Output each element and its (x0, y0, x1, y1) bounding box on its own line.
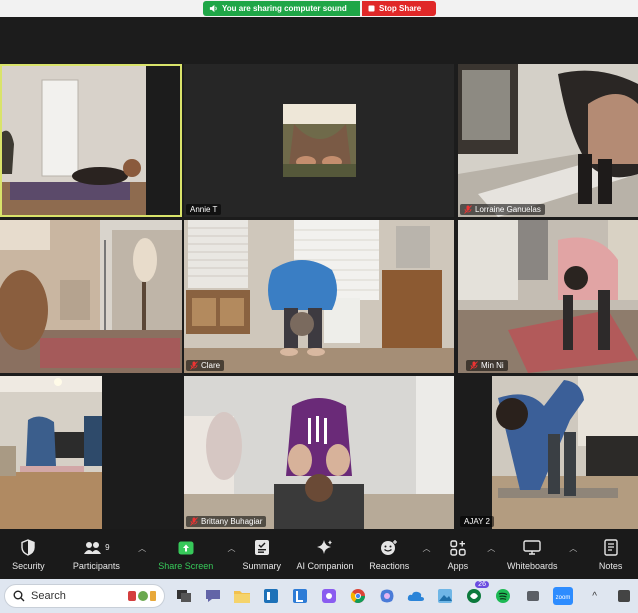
meeting-controls-toolbar: Security 9 Participants ︿ Share Screen ︿… (0, 529, 638, 579)
video-tile-1[interactable] (0, 64, 182, 217)
video-tile-lorraine-ganuelas[interactable]: Lorraine Ganuelas (458, 64, 638, 217)
chevron-up-icon[interactable]: ︿ (138, 543, 146, 554)
security-label: Security (12, 560, 45, 571)
sharing-status-pill[interactable]: You are sharing computer sound (203, 1, 360, 16)
shield-icon (21, 539, 36, 556)
participant-video (0, 64, 182, 217)
participant-name: AJAY 2 (464, 517, 490, 526)
summary-label: Summary (242, 560, 281, 571)
participants-label: Participants (72, 560, 120, 571)
participant-video (458, 376, 638, 529)
emoji-add-icon (381, 540, 398, 555)
participant-avatar-image (184, 64, 454, 217)
whiteboard-icon (523, 540, 541, 555)
notification-badge: 26 (475, 581, 489, 588)
participant-name: Lorraine Ganuelas (475, 205, 541, 214)
notes-icon (603, 539, 618, 556)
whiteboards-label: Whiteboards (506, 560, 558, 571)
participant-name-tag: Brittany Buhagiar (186, 516, 267, 527)
ai-companion-label: AI Companion (296, 560, 354, 571)
whiteboards-button[interactable]: Whiteboards ︿ (497, 529, 577, 579)
participant-name: Min Ni (481, 361, 504, 370)
muted-mic-icon (190, 517, 198, 526)
participant-name: Annie T (190, 205, 218, 214)
chevron-up-icon[interactable]: ︿ (569, 543, 577, 554)
chrome-icon[interactable] (348, 585, 369, 607)
participant-name-tag: Annie T (186, 204, 222, 215)
participant-name-tag: Clare (186, 360, 225, 371)
muted-mic-icon (464, 205, 472, 214)
search-placeholder: Search (31, 590, 66, 602)
windows-taskbar: Search 26 zoom ^ (0, 579, 638, 613)
video-tile-min-ni[interactable]: Min Ni (458, 220, 638, 373)
muted-mic-icon (190, 361, 198, 370)
participant-video (184, 376, 454, 529)
participant-name: Brittany Buhagiar (201, 517, 263, 526)
sharing-banner: You are sharing computer sound Stop Shar… (0, 0, 638, 17)
participant-name-tag: Lorraine Ganuelas (460, 204, 545, 215)
participant-video (458, 64, 638, 217)
stop-share-button[interactable]: Stop Share (362, 1, 436, 16)
video-tile-annie-t[interactable]: Annie T (184, 64, 454, 217)
notes-label: Notes (598, 560, 623, 571)
summary-icon (254, 540, 269, 555)
stop-icon (368, 5, 375, 12)
summary-button[interactable]: Summary (231, 529, 291, 579)
video-tile-ajay-2[interactable]: AJAY 2 (458, 376, 638, 529)
ai-companion-button[interactable]: AI Companion (292, 529, 358, 579)
stop-share-label: Stop Share (379, 4, 422, 13)
task-view-icon[interactable] (173, 585, 194, 607)
app-purple-icon[interactable] (319, 585, 340, 607)
search-icon (13, 590, 25, 602)
app-gray-icon[interactable] (522, 585, 543, 607)
muted-mic-icon (470, 361, 478, 370)
notes-button[interactable]: Notes (583, 529, 638, 579)
spotify-icon[interactable] (493, 585, 514, 607)
search-highlight-icon (128, 591, 157, 601)
video-tile-7[interactable] (0, 376, 102, 529)
chevron-up-icon[interactable]: ︿ (487, 543, 495, 554)
video-tile-brittany-buhagiar[interactable]: Brittany Buhagiar (184, 376, 454, 529)
participant-name: Clare (201, 361, 221, 370)
video-tile-clare[interactable]: Clare (184, 220, 454, 373)
participant-video (0, 376, 102, 529)
reactions-label: Reactions (369, 560, 410, 571)
reactions-button[interactable]: Reactions ︿ (358, 529, 430, 579)
app-cloud-icon[interactable] (406, 585, 427, 607)
participant-name-tag: AJAY 2 (460, 516, 494, 527)
apps-label: Apps (447, 560, 469, 571)
people-icon (84, 541, 102, 554)
participant-video (184, 220, 454, 373)
participant-video (458, 220, 638, 373)
sparkle-icon (317, 539, 333, 554)
app-blue-square-icon[interactable] (261, 585, 282, 607)
share-screen-icon (178, 541, 194, 554)
zoom-window: You are sharing computer sound Stop Shar… (0, 0, 638, 613)
chevron-up-icon[interactable]: ︿ (422, 543, 430, 554)
share-screen-button[interactable]: Share Screen ︿ (146, 529, 235, 579)
apps-button[interactable]: Apps ︿ (430, 529, 495, 579)
app-mountain-icon[interactable] (435, 585, 456, 607)
chat-app-icon[interactable] (203, 585, 224, 607)
copilot-icon[interactable] (377, 585, 398, 607)
video-tile-4[interactable] (0, 220, 182, 373)
participant-count: 9 (105, 543, 110, 552)
app-last-icon[interactable] (613, 585, 634, 607)
app-notification-icon[interactable]: 26 (464, 581, 489, 607)
participants-button[interactable]: 9 Participants ︿ (57, 529, 146, 579)
security-button[interactable]: Security (0, 529, 57, 579)
zoom-app-label: zoom (555, 595, 570, 601)
taskbar-search-box[interactable]: Search (4, 584, 166, 608)
file-explorer-icon[interactable] (232, 585, 253, 607)
chevron-up-icon[interactable]: ^ (584, 585, 605, 607)
participant-name-tag: Min Ni (466, 360, 508, 371)
sharing-status-text: You are sharing computer sound (222, 4, 347, 13)
app-l-icon[interactable] (290, 585, 311, 607)
zoom-app-icon[interactable]: zoom (551, 585, 574, 607)
apps-icon (450, 539, 466, 556)
video-gallery: Annie T Lorraine Ganuelas Clare Min Ni B… (0, 17, 638, 529)
participant-video (0, 220, 182, 373)
share-screen-label: Share Screen (158, 560, 214, 571)
speaker-icon (209, 4, 217, 13)
